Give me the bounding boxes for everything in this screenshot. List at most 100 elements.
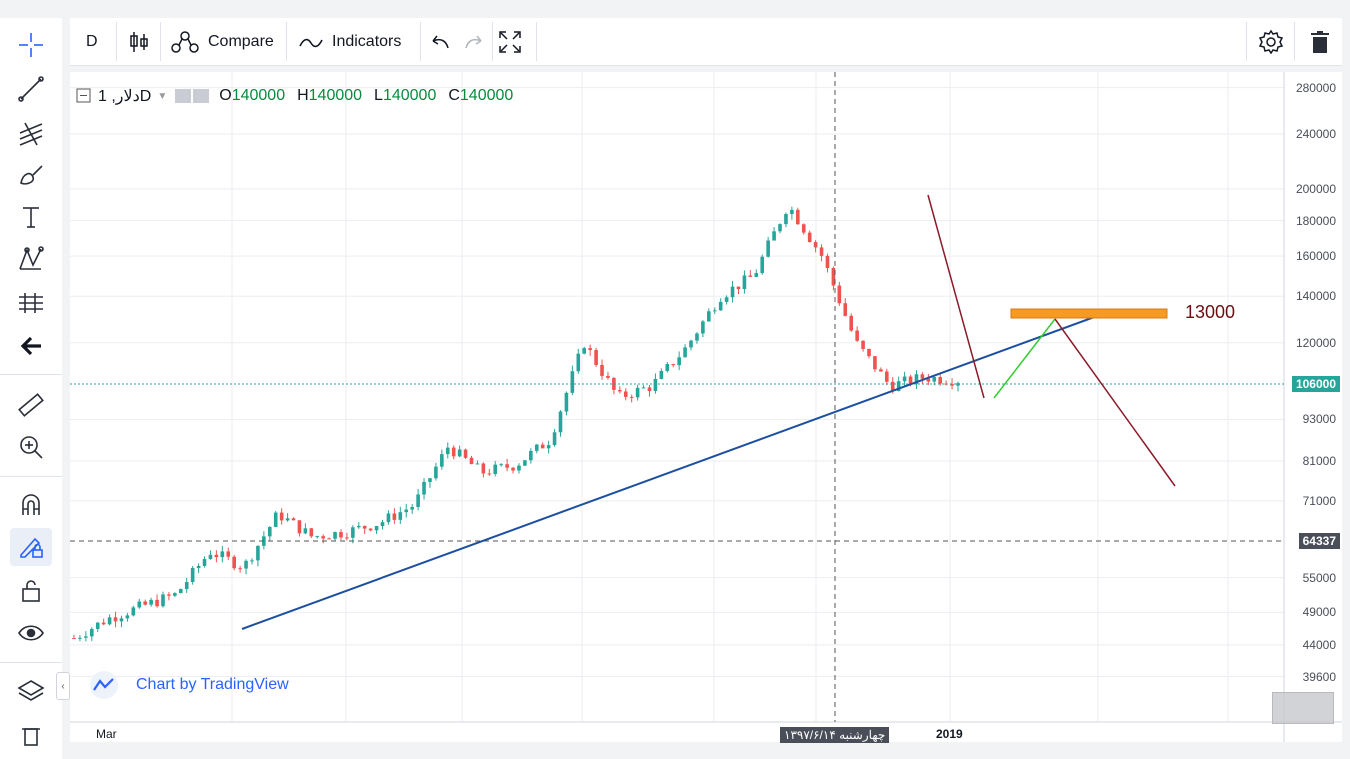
support-trendline [241, 311, 1109, 630]
candle-body [356, 525, 361, 528]
settings-button[interactable] [1258, 18, 1284, 65]
eye-icon[interactable] [10, 614, 52, 652]
candle-body [333, 532, 337, 539]
indicators-label: Indicators [332, 32, 402, 50]
price-tick: 180000 [1295, 213, 1336, 228]
open-label: O [219, 87, 232, 104]
close-label: C [448, 87, 460, 104]
candle-body [196, 565, 201, 568]
price-tick: 240000 [1295, 126, 1336, 141]
candle-body [392, 513, 397, 520]
candle-body [256, 545, 260, 561]
candle-body [226, 551, 231, 557]
tradingview-watermark[interactable]: Chart by TradingView [86, 670, 289, 700]
candle-body [600, 364, 604, 376]
candle-body [161, 594, 165, 607]
tradingview-logo-icon [90, 671, 118, 699]
pitchfork-icon[interactable] [10, 114, 52, 152]
layers-icon[interactable] [10, 672, 52, 710]
candle-body [594, 349, 598, 365]
collapse-icon[interactable] [76, 88, 92, 104]
candle-body [825, 255, 830, 268]
fullscreen-button[interactable] [498, 18, 522, 65]
candle-body [932, 377, 937, 382]
candle-body [238, 568, 242, 570]
crosshair-icon[interactable] [10, 26, 52, 64]
candle-body [380, 522, 385, 527]
chevron-down-icon[interactable]: ▼ [157, 91, 167, 102]
candle-body [149, 599, 153, 605]
back-arrow-icon[interactable] [10, 327, 52, 365]
candle-body [576, 353, 581, 372]
interval-button[interactable]: D [86, 18, 98, 65]
candle-body [208, 554, 213, 559]
candle-body [647, 387, 652, 392]
sidebar-collapse-handle[interactable]: ‹ [56, 672, 70, 700]
candle-body [606, 375, 610, 378]
candle-body [724, 297, 729, 302]
candle-body [125, 615, 130, 619]
ruler-icon[interactable] [10, 386, 52, 424]
candle-body [540, 444, 545, 449]
candle-body [339, 532, 343, 538]
chart-pane[interactable]: دلار, 1D ▼ O 140000 H 140000 L 140000 C 1400… [70, 72, 1342, 743]
undo-button[interactable] [428, 18, 452, 65]
unlock-icon[interactable] [10, 572, 52, 610]
prediction-icon[interactable] [10, 284, 52, 322]
candle-body [641, 387, 646, 389]
price-tick: 200000 [1295, 181, 1336, 196]
delete-button[interactable] [1308, 18, 1332, 65]
resistance-zone [1010, 308, 1168, 319]
price-chart[interactable] [70, 72, 1342, 742]
trash-icon[interactable] [10, 716, 52, 754]
zoom-in-icon[interactable] [10, 428, 52, 466]
candle-body [345, 537, 349, 539]
redo-icon [465, 35, 482, 48]
compare-button[interactable]: Compare [170, 18, 274, 65]
screenshot-button[interactable] [1272, 692, 1334, 724]
price-tick: 55000 [1302, 570, 1336, 585]
candle-body [701, 321, 705, 334]
symbol-label[interactable]: دلار, 1D [98, 86, 151, 106]
candle-body [618, 389, 622, 392]
candle-body [707, 311, 711, 322]
pattern-icon[interactable] [10, 240, 52, 278]
watermark-text: Chart by TradingView [136, 676, 289, 693]
high-label: H [297, 87, 309, 104]
chart-style-button[interactable] [128, 18, 150, 65]
candle-body [754, 273, 759, 277]
price-tick: 71000 [1302, 493, 1336, 508]
candle-body [801, 224, 806, 233]
candle-body [558, 411, 563, 433]
crosshair-date-tag: چهارشنبه ۱۳۹۷/۶/۱۴ [780, 727, 890, 743]
candle-body [101, 622, 106, 625]
time-label-year: 2019 [936, 727, 963, 741]
candle-body [837, 285, 842, 304]
candle-body [155, 599, 159, 607]
candle-body [321, 536, 325, 539]
candle-body [131, 607, 136, 616]
candle-body [635, 387, 640, 398]
brush-icon[interactable] [10, 156, 52, 194]
redo-button[interactable] [462, 18, 486, 65]
price-tick: 81000 [1302, 454, 1336, 469]
candle-body [552, 432, 557, 446]
crosshair-price-tag: 64337 [1298, 533, 1340, 549]
trend-line-icon[interactable] [10, 70, 52, 108]
candle-body [463, 449, 468, 458]
magnet-icon[interactable] [10, 486, 52, 524]
candle-body [220, 551, 225, 558]
price-tick: 160000 [1295, 249, 1336, 264]
candle-body [629, 396, 634, 398]
candle-body [167, 594, 171, 596]
candle-body [469, 457, 474, 465]
series-settings-icon[interactable] [175, 89, 210, 103]
text-icon[interactable] [10, 198, 52, 236]
candle-body [546, 445, 551, 449]
lock-drawing-icon[interactable] [10, 528, 52, 566]
candle-body [95, 622, 100, 629]
candle-body [796, 209, 800, 225]
candle-body [309, 528, 314, 537]
candle-body [689, 340, 693, 348]
indicators-button[interactable]: Indicators [298, 18, 401, 65]
